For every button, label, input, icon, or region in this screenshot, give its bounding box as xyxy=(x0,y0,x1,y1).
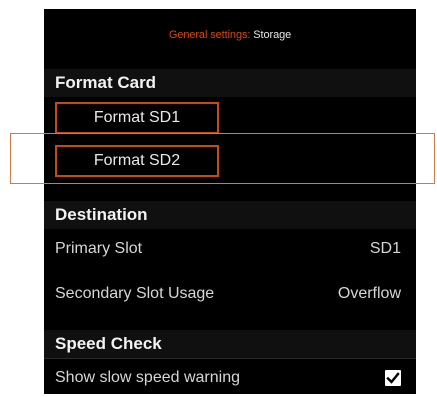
title-page: Storage xyxy=(253,29,292,41)
section-speed-check: Speed Check xyxy=(44,330,416,358)
format-sd1-button[interactable]: Format SD1 xyxy=(55,102,219,134)
primary-slot-label: Primary Slot xyxy=(55,240,143,257)
checkmark-icon xyxy=(386,372,400,384)
primary-slot-row[interactable]: Primary Slot SD1 xyxy=(44,230,416,268)
secondary-slot-usage-value: Overflow xyxy=(337,285,401,302)
page-title: General settings: Storage xyxy=(44,29,416,41)
title-separator: : xyxy=(247,29,251,41)
section-destination: Destination xyxy=(44,201,416,229)
slow-speed-warning-checkbox[interactable] xyxy=(385,370,401,386)
primary-slot-value: SD1 xyxy=(369,240,401,257)
secondary-slot-usage-row[interactable]: Secondary Slot Usage Overflow xyxy=(44,275,416,313)
title-category: General settings xyxy=(168,29,248,41)
section-format-card: Format Card xyxy=(44,69,416,97)
secondary-slot-usage-label: Secondary Slot Usage xyxy=(55,285,215,302)
slow-speed-warning-row[interactable]: Show slow speed warning xyxy=(44,359,416,397)
focus-highlight xyxy=(10,133,435,184)
settings-panel: General settings: Storage Format Card Fo… xyxy=(44,9,416,394)
slow-speed-warning-label: Show slow speed warning xyxy=(55,369,240,386)
